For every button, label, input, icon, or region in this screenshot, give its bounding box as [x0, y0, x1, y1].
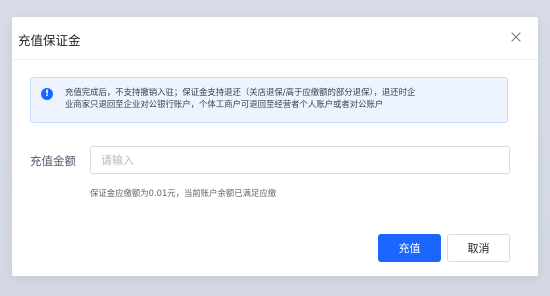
info-circle-icon: ! — [41, 88, 53, 100]
notice-text: 充值完成后，不支持撤销入驻；保证金支持退还（关店退保/高于应缴额的部分退保），退… — [65, 86, 505, 110]
dialog-header: 充值保证金 — [12, 17, 538, 60]
recharge-button[interactable]: 充值 — [378, 234, 441, 262]
cancel-button[interactable]: 取消 — [447, 234, 510, 262]
amount-label: 充值金额 — [30, 154, 76, 168]
notice-line-2: 业商家只退回至企业对公银行账户，个体工商户可退回至经营者个人账户或者对公账户 — [65, 99, 384, 109]
close-button[interactable] — [506, 27, 526, 47]
close-icon — [511, 32, 521, 42]
deposit-hint: 保证金应缴额为0.01元，当前账户余额已满足应缴 — [90, 188, 277, 198]
recharge-deposit-dialog: 充值保证金 ! 充值完成后，不支持撤销入驻；保证金支持退还（关店退保/高于应缴额… — [12, 17, 538, 276]
dialog-title: 充值保证金 — [18, 33, 81, 48]
notice-line-1: 充值完成后，不支持撤销入驻；保证金支持退还（关店退保/高于应缴额的部分退保），退… — [65, 87, 416, 97]
deposit-notice-banner: ! 充值完成后，不支持撤销入驻；保证金支持退还（关店退保/高于应缴额的部分退保）… — [30, 77, 508, 123]
amount-input[interactable] — [90, 146, 510, 174]
